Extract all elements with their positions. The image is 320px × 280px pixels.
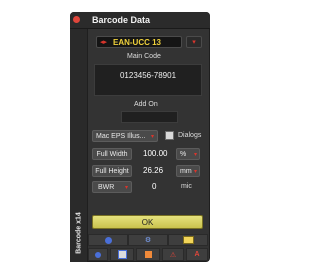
side-label: Barcode x14: [75, 211, 83, 254]
dropdown-arrow-icon: ◂▸: [100, 39, 108, 46]
window-title: Barcode Data: [92, 15, 151, 25]
close-button[interactable]: [73, 16, 80, 23]
full-width-unit-value: %: [180, 150, 187, 158]
dropdown-arrow-icon: ▾: [124, 184, 128, 191]
main-code-value: 0123456-78901: [119, 70, 177, 80]
dropdown-arrow-icon: ▾: [193, 151, 197, 158]
add-on-label: Add On: [134, 101, 158, 108]
dialogs-checkbox[interactable]: [165, 131, 174, 140]
info-icon: [104, 236, 112, 244]
add-on-field[interactable]: [121, 111, 178, 123]
full-width-label: Full Width: [96, 150, 128, 158]
bwr-unit: mic: [181, 183, 192, 190]
dialogs-label: Dialogs: [178, 132, 202, 139]
symbology-menu-icon[interactable]: ▾: [186, 36, 202, 48]
toolbar-button-export[interactable]: [110, 248, 134, 261]
toolbar-button-text[interactable]: A: [186, 248, 208, 261]
full-height-unit-value: mm: [180, 167, 192, 175]
bwr-value[interactable]: 0: [152, 182, 156, 191]
toolbar-button-info-2[interactable]: [88, 248, 108, 261]
toolbar-button-info[interactable]: [88, 234, 128, 246]
toolbar-button-settings[interactable]: ⚙: [128, 234, 168, 246]
symbology-select[interactable]: ◂▸ EAN-UCC 13: [96, 36, 182, 48]
bwr-label: BWR: [98, 183, 115, 191]
bwr-select[interactable]: BWR ▾: [92, 181, 132, 193]
full-width-button[interactable]: Full Width: [92, 148, 132, 160]
ok-label: OK: [141, 217, 154, 227]
toolbar-button-warning[interactable]: ⚠: [162, 248, 184, 261]
settings-icon: ⚙: [144, 237, 152, 244]
ok-button[interactable]: OK: [92, 215, 203, 229]
full-height-label: Full Height: [95, 167, 129, 175]
color-icon: [144, 251, 152, 258]
text-icon: A: [194, 251, 200, 258]
export-icon: [117, 250, 127, 259]
full-width-unit[interactable]: % ▾: [176, 148, 200, 160]
symbology-value: EAN-UCC 13: [113, 38, 162, 47]
warning-icon: ⚠: [169, 251, 177, 259]
full-height-unit[interactable]: mm ▾: [176, 165, 200, 177]
full-width-value[interactable]: 100.00: [143, 149, 167, 158]
toolbar-button-folder[interactable]: [168, 234, 208, 246]
main-code-label: Main Code: [127, 53, 161, 60]
output-format-select[interactable]: Mac EPS Illus... ▾: [92, 130, 158, 142]
full-height-value[interactable]: 26.26: [143, 166, 163, 175]
output-format-value: Mac EPS Illus...: [96, 132, 146, 140]
toolbar-button-color[interactable]: [136, 248, 160, 261]
folder-icon: [182, 236, 194, 244]
main-code-field[interactable]: 0123456-78901: [94, 64, 202, 96]
dropdown-arrow-icon: ▾: [150, 133, 154, 140]
dropdown-arrow-icon: ▾: [193, 168, 197, 175]
full-height-button[interactable]: Full Height: [92, 165, 132, 177]
info-icon: [95, 251, 101, 258]
